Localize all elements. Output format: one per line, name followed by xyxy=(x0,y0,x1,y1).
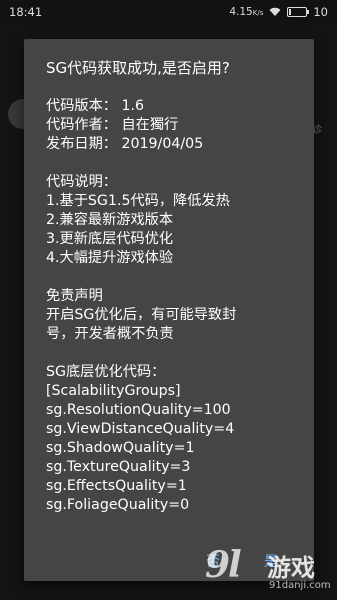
dialog-title: SG代码获取成功,是否启用? xyxy=(46,59,230,77)
clock: 18:41 xyxy=(9,5,43,19)
screen: 18:41 4.15K/s 10 诊 SG代码获取成功,是否启用? 代码版本： … xyxy=(0,0,337,600)
message-line: 2.兼容最新游戏版本 xyxy=(46,212,174,228)
speed-unit: K/s xyxy=(252,9,264,17)
status-bar: 18:41 4.15K/s 10 xyxy=(0,0,337,24)
message-line: 免责声明 xyxy=(46,288,103,304)
watermark-url: 91danji.com xyxy=(269,580,331,591)
message-line: sg.FoliageQuality=0 xyxy=(46,497,190,513)
message-line: 代码作者： 自在獨行 xyxy=(46,117,179,133)
message-line: SG底层优化代码： xyxy=(46,364,166,380)
message-line: sg.ShadowQuality=1 xyxy=(46,440,195,456)
message-line: sg.ResolutionQuality=100 xyxy=(46,402,231,418)
dialog-message[interactable]: 代码版本： 1.6 代码作者： 自在獨行发布日期： 2019/04/05 代码说明：… xyxy=(46,97,306,561)
watermark: 9l 游戏 91danji.com xyxy=(205,544,335,598)
wifi-icon xyxy=(269,7,281,17)
battery-icon xyxy=(287,7,310,17)
message-line: 发布日期： 2019/04/05 xyxy=(46,136,204,152)
message-line: 1.基于SG1.5代码，降低发热 xyxy=(46,193,230,209)
message-line: sg.ViewDistanceQuality=4 xyxy=(46,421,235,437)
battery-fill xyxy=(289,9,292,15)
status-icons: 4.15K/s 10 xyxy=(229,5,328,19)
message-line: 号，开发者概不负责 xyxy=(46,326,174,342)
message-line: 开启SG优化后，有可能导致封 xyxy=(46,307,237,323)
message-line: 代码版本： 1.6 xyxy=(46,98,145,114)
message-line: 3.更新底层代码优化 xyxy=(46,231,174,247)
watermark-logo: 9l xyxy=(205,544,242,586)
message-line: sg.EffectsQuality=1 xyxy=(46,478,187,494)
battery-percent: 10 xyxy=(313,5,328,19)
watermark-title: 游戏 xyxy=(267,554,315,582)
message-line: [ScalabilityGroups] xyxy=(46,383,181,399)
message-line: sg.TextureQuality=3 xyxy=(46,459,191,475)
message-line: 代码说明： xyxy=(46,174,117,190)
enable-code-dialog: SG代码获取成功,是否启用? 代码版本： 1.6 代码作者： 自在獨行发布日期： … xyxy=(24,39,314,581)
network-speed: 4.15K/s xyxy=(229,6,264,18)
message-line: 4.大幅提升游戏体验 xyxy=(46,250,174,266)
